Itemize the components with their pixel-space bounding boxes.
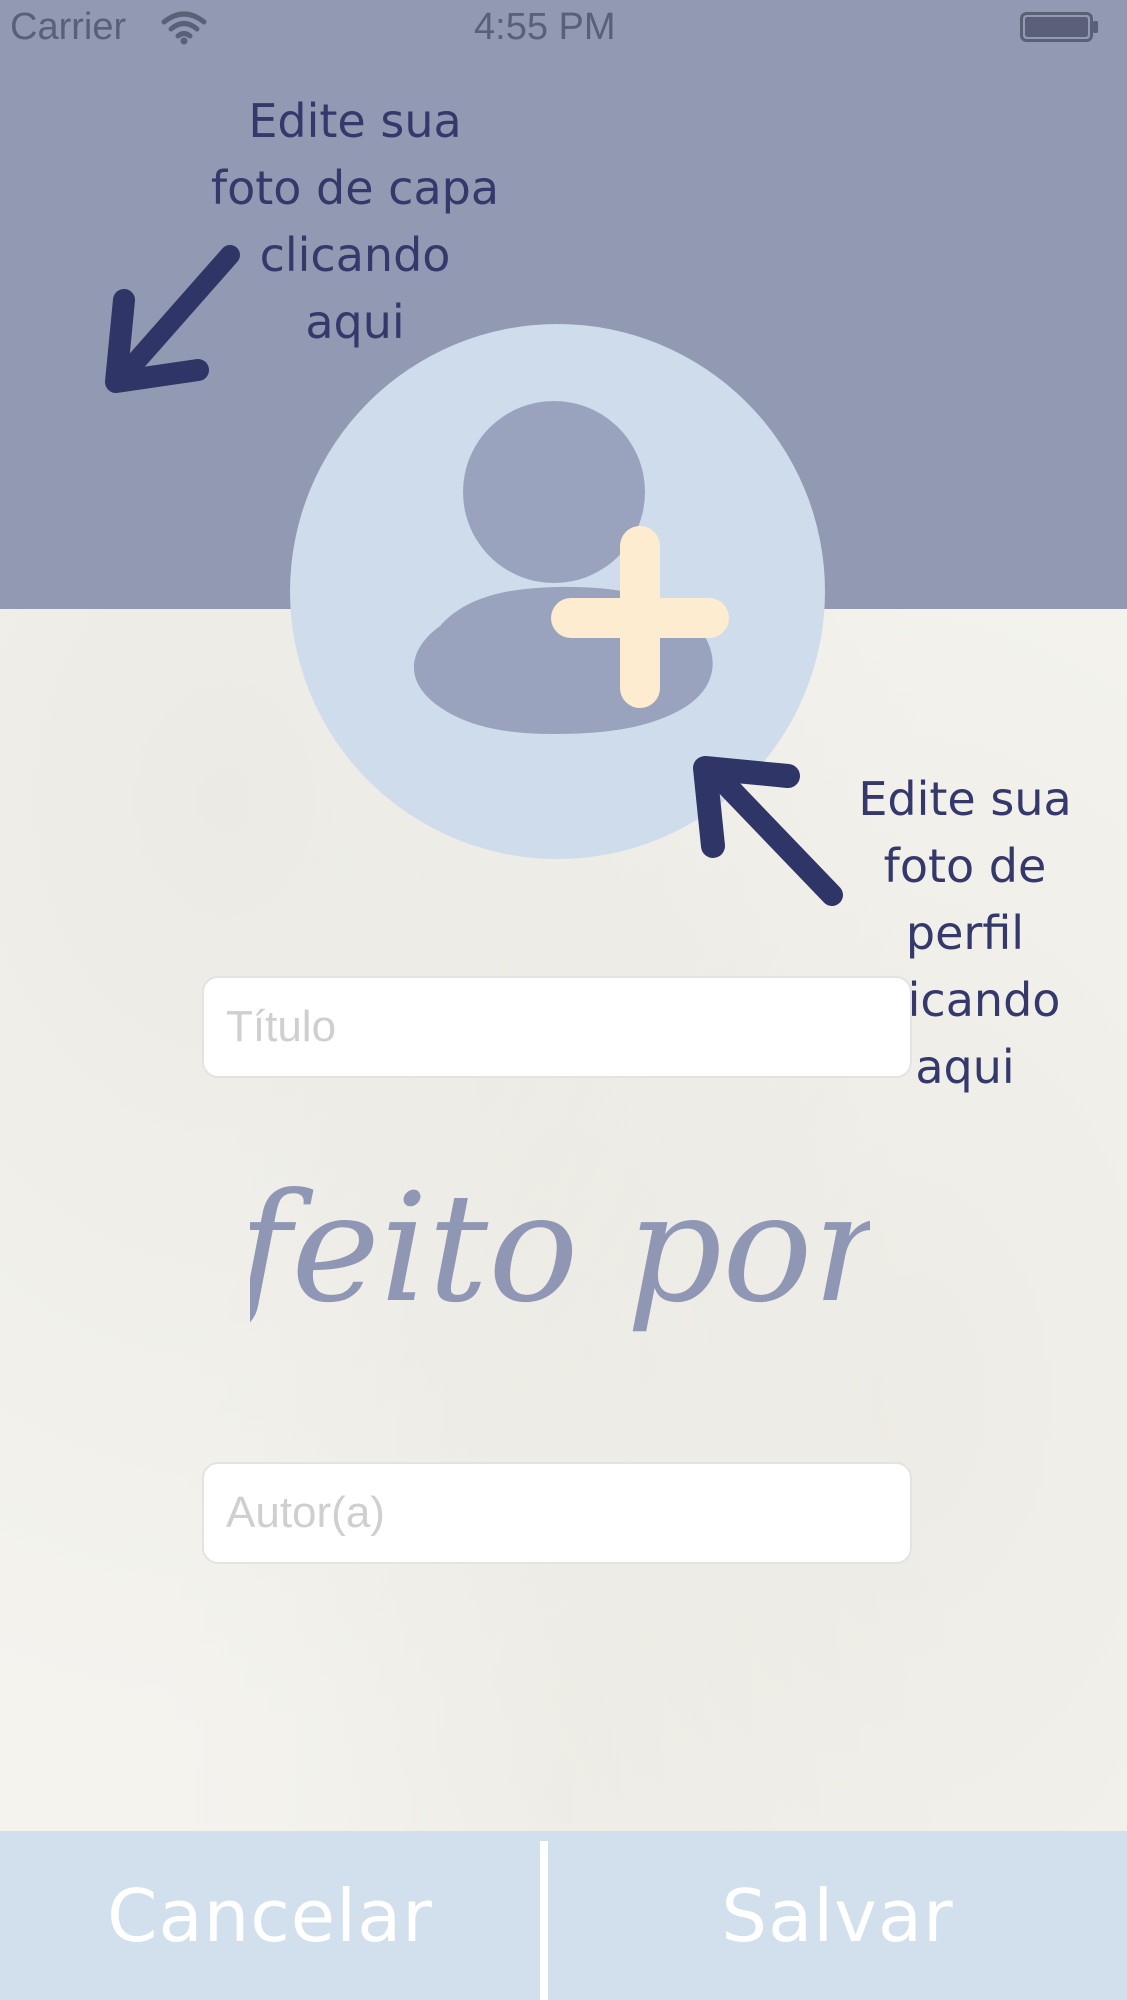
cover-hint-line: foto de capa xyxy=(210,161,500,215)
profile-hint-line: perfil xyxy=(905,906,1025,960)
author-input[interactable] xyxy=(202,1462,912,1564)
status-bar: Carrier 4:55 PM xyxy=(0,0,1127,56)
cover-hint-line: clicando xyxy=(259,228,451,282)
carrier-label: Carrier xyxy=(10,6,127,48)
button-divider xyxy=(540,1841,548,2000)
profile-photo-button[interactable] xyxy=(290,324,825,859)
profile-hint-line: foto de xyxy=(883,839,1047,893)
profile-hint-line: Edite sua xyxy=(858,772,1072,826)
title-input[interactable] xyxy=(202,976,912,1078)
wifi-icon xyxy=(161,11,207,45)
plus-icon xyxy=(551,526,729,708)
cancel-button[interactable]: Cancelar xyxy=(0,1831,540,2000)
screen: Carrier 4:55 PM Edite sua foto de capa c… xyxy=(0,0,1127,2000)
clock: 4:55 PM xyxy=(474,6,616,48)
cover-photo-hint: Edite sua foto de capa clicando aqui xyxy=(190,88,520,356)
battery-icon xyxy=(1020,12,1098,42)
save-button[interactable]: Salvar xyxy=(548,1831,1127,2000)
bottom-action-bar: Cancelar Salvar xyxy=(0,1831,1127,2000)
made-by-text: feito por xyxy=(250,1162,870,1336)
made-by-label: feito por xyxy=(250,1162,870,1336)
cover-hint-line: Edite sua xyxy=(248,94,462,148)
